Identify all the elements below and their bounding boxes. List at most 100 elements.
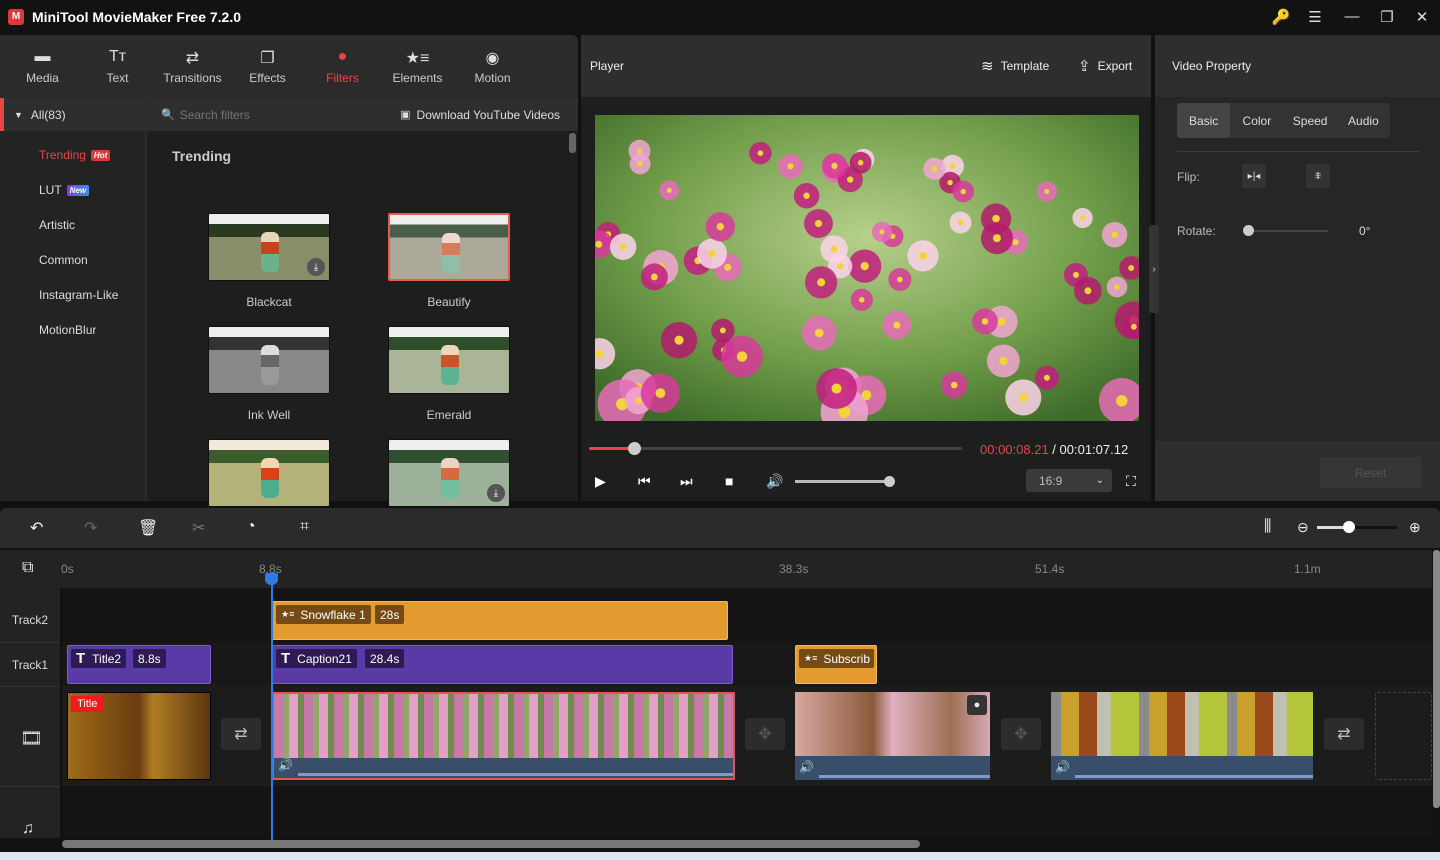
play-button[interactable]: ▶	[595, 473, 606, 490]
volume-track[interactable]	[795, 480, 889, 483]
crop-icon[interactable]: ⌗	[300, 518, 309, 536]
transition-slot[interactable]: ⇄	[221, 718, 261, 750]
flip-horizontal-icon[interactable]: ▸|◂	[1242, 164, 1266, 188]
transition-slot[interactable]: ✥	[745, 718, 785, 750]
zoom-handle[interactable]	[1343, 521, 1355, 533]
element-clip-subscribe[interactable]: ★≡ Subscrib	[795, 645, 877, 684]
volume-icon[interactable]: 🔊	[766, 473, 783, 490]
audio-icon[interactable]: 🔊	[278, 758, 293, 772]
text-clip-title2[interactable]: T Title2 8.8s	[67, 645, 211, 684]
tab-elements[interactable]: ★≡ Elements	[380, 35, 455, 98]
export-label: Export	[1097, 59, 1133, 73]
delete-icon[interactable]: 🗑	[138, 518, 158, 538]
add-clip-placeholder[interactable]	[1375, 692, 1432, 780]
menu-icon[interactable]: ☰	[1298, 0, 1332, 33]
element-clip-snowflake[interactable]: ★≡ Snowflake 1 28s	[272, 601, 728, 640]
time-readout: 00:00:08.21 / 00:01:07.12	[980, 442, 1128, 457]
horizontal-scrollbar[interactable]	[62, 840, 920, 848]
progress-handle[interactable]	[627, 442, 641, 455]
timeline-ruler[interactable]: ⧉ 0s 8.8s 38.3s 51.4s 1.1m	[0, 550, 1432, 588]
app-title: MiniTool MovieMaker Free 7.2.0	[32, 8, 242, 25]
filter-thumb-blackcat[interactable]: ⤓	[208, 213, 330, 281]
filter-thumb-warm[interactable]	[208, 439, 330, 507]
collapse-panel-button[interactable]: ›	[1149, 225, 1159, 313]
tab-transitions[interactable]: ⇄ Transitions	[155, 35, 230, 98]
search-input[interactable]	[179, 107, 380, 122]
add-track-icon[interactable]: ⧉	[22, 559, 33, 577]
flower-center	[981, 318, 989, 325]
tab-speed[interactable]: Speed	[1284, 103, 1337, 138]
download-icon[interactable]: ⤓	[307, 258, 325, 276]
timeline-tracks[interactable]: ★≡ Snowflake 1 28s T Title2 8.8s T Caption2…	[62, 588, 1432, 838]
playhead[interactable]	[271, 572, 273, 840]
flower-center	[931, 166, 938, 172]
download-youtube-label: Download YouTube Videos	[416, 107, 560, 122]
thumb-figure	[261, 345, 279, 385]
video-clip-flowers[interactable]: 🔊	[272, 692, 735, 780]
filter-thumb-beautify[interactable]	[388, 213, 510, 281]
filter-thumb-emerald[interactable]	[388, 326, 510, 394]
audio-icon[interactable]: 🔊	[799, 760, 814, 774]
category-lut[interactable]: LUT New	[39, 183, 90, 197]
aspect-ratio-select[interactable]: 16:9 ⌄	[1026, 469, 1112, 492]
progress-track[interactable]	[589, 447, 962, 450]
speed-icon[interactable]: ◔	[246, 518, 256, 536]
tab-label: Filters	[326, 71, 359, 85]
fit-timeline-icon[interactable]: ⫼	[1264, 518, 1271, 536]
category-instagram-like[interactable]: Instagram-Like	[39, 288, 118, 302]
tab-effects[interactable]: ❐ Effects	[230, 35, 305, 98]
category-common[interactable]: Common	[39, 253, 88, 267]
flower-center	[992, 214, 1000, 223]
text-clip-caption21[interactable]: T Caption21 28.4s	[272, 645, 733, 684]
minimize-icon[interactable]: —	[1335, 0, 1369, 33]
category-motionblur[interactable]: MotionBlur	[39, 323, 96, 337]
tab-media[interactable]: ▬ Media	[5, 35, 80, 98]
filter-scrollbar[interactable]	[569, 133, 576, 153]
vertical-scrollbar[interactable]	[1433, 550, 1440, 808]
audio-icon[interactable]: 🔊	[1055, 760, 1070, 774]
close-icon[interactable]: ✕	[1405, 0, 1439, 33]
volume-handle[interactable]	[884, 476, 895, 487]
category-all[interactable]: ▼ All(83)	[0, 98, 145, 131]
zoom-in-icon[interactable]: ⊕	[1409, 519, 1421, 536]
download-youtube-link[interactable]: ▣ Download YouTube Videos	[400, 108, 560, 122]
divider	[0, 686, 60, 687]
category-artistic[interactable]: Artistic	[39, 218, 75, 232]
video-preview[interactable]	[595, 115, 1139, 421]
tab-text[interactable]: Tт Text	[80, 35, 155, 98]
transition-slot[interactable]: ✥	[1001, 718, 1041, 750]
reset-button[interactable]: Reset	[1320, 457, 1421, 488]
transition-slot[interactable]: ⇄	[1324, 718, 1364, 750]
download-icon[interactable]: ⤓	[487, 484, 505, 502]
flip-vertical-icon[interactable]: ⩨	[1306, 164, 1330, 188]
stop-button[interactable]: ■	[725, 473, 733, 489]
tab-basic[interactable]: Basic	[1177, 103, 1231, 138]
zoom-out-icon[interactable]: ⊖	[1297, 519, 1309, 536]
maximize-icon[interactable]: ❐	[1370, 0, 1404, 33]
undo-icon[interactable]: ↶	[30, 518, 43, 538]
filter-thumb-ink-well[interactable]	[208, 326, 330, 394]
filter-thumb-evergreen[interactable]: ⤓	[388, 439, 510, 507]
filter-label: Ink Well	[247, 408, 291, 422]
next-frame-button[interactable]: ⏭	[680, 473, 693, 490]
tab-filters[interactable]: ● Filters	[305, 35, 380, 98]
category-trending[interactable]: Trending Hot	[39, 148, 111, 162]
video-clip-leaves[interactable]: 🔊	[1051, 692, 1313, 780]
split-icon[interactable]: ✂	[192, 518, 205, 538]
export-button[interactable]: ⇪ Export	[1078, 57, 1132, 75]
text-icon: T	[76, 650, 86, 667]
rotate-handle[interactable]	[1243, 225, 1254, 236]
fullscreen-icon[interactable]: ⛶	[1126, 473, 1136, 490]
video-clip-title[interactable]: Title	[67, 692, 211, 780]
rotate-track[interactable]	[1249, 230, 1328, 232]
video-clip-hands[interactable]: ● 🔊	[795, 692, 990, 780]
template-button[interactable]: ≋ Template	[981, 57, 1049, 75]
key-icon[interactable]: 🔑	[1264, 0, 1298, 33]
previous-frame-button[interactable]: ⏮	[638, 473, 651, 490]
tab-audio[interactable]: Audio	[1337, 103, 1390, 138]
filter-label: Emerald	[426, 408, 472, 422]
tab-motion[interactable]: ◉ Motion	[455, 35, 530, 98]
redo-icon[interactable]: ↷	[84, 518, 97, 538]
tab-color[interactable]: Color	[1230, 103, 1283, 138]
playhead-handle[interactable]	[265, 573, 278, 585]
